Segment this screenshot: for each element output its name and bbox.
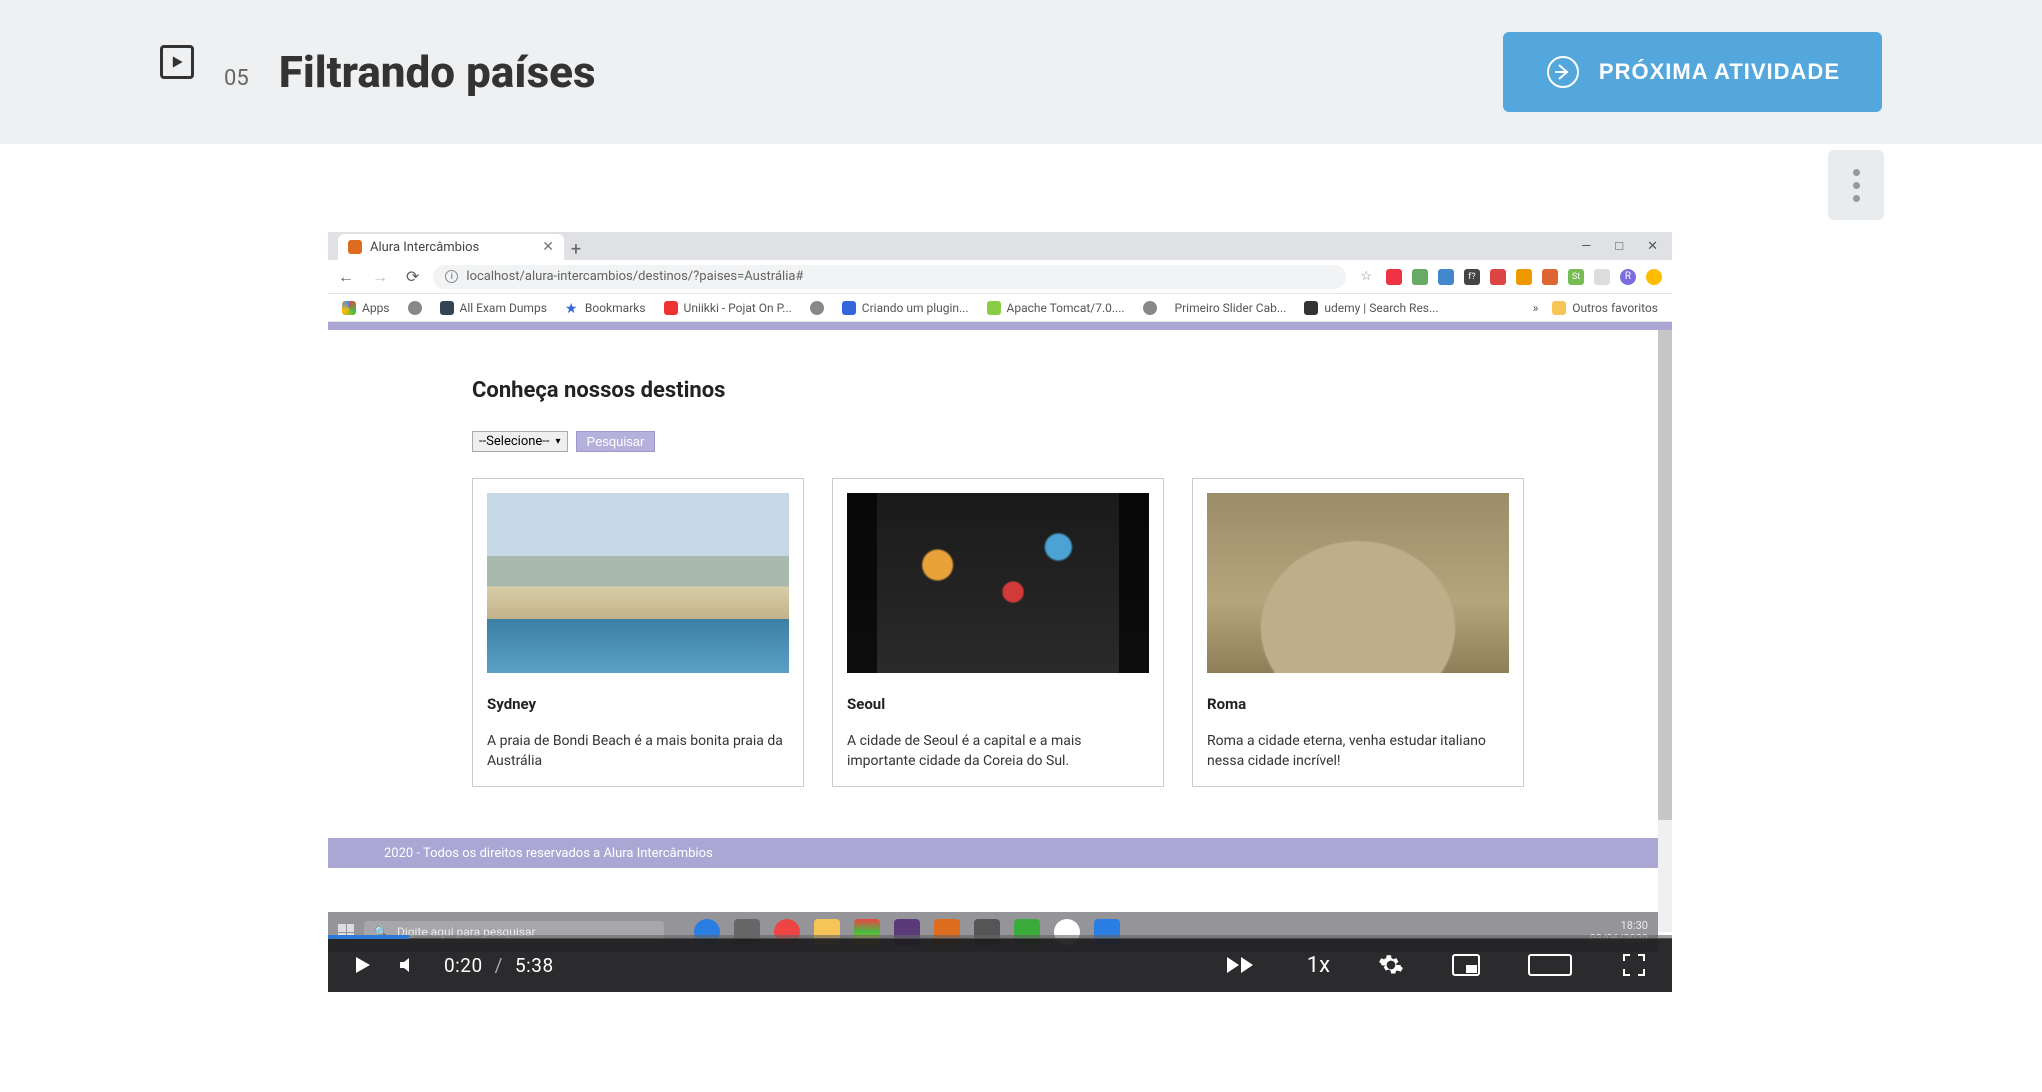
ext-icon[interactable] (1438, 269, 1454, 285)
bookmarks-overflow-icon[interactable]: » (1533, 301, 1539, 315)
webpage-body: Conheça nossos destinos --Selecione-- Pe… (328, 322, 1672, 932)
current-time: 0:20 (444, 954, 483, 977)
card-description: Roma a cidade eterna, venha estudar ital… (1207, 731, 1509, 772)
content-area: Alura Intercâmbios ✕ + — □ ✕ ← → ⟳ i loc… (0, 144, 2042, 1092)
scrollbar-thumb[interactable] (1658, 330, 1672, 820)
window-controls: — □ ✕ (1581, 232, 1672, 260)
lesson-number: 05 (224, 66, 249, 91)
url-text: localhost/alura-intercambios/destinos/?p… (466, 269, 803, 284)
bookmark-item[interactable]: ★Bookmarks (565, 301, 646, 315)
ext-icon[interactable] (1516, 269, 1532, 285)
settings-icon[interactable] (1378, 952, 1404, 978)
card-title: Seoul (847, 695, 1149, 713)
destination-card[interactable]: Sydney A praia de Bondi Beach é a mais b… (472, 478, 804, 787)
favicon-icon (348, 240, 362, 254)
bookmark-item[interactable]: All Exam Dumps (440, 301, 547, 315)
playback-rate[interactable]: 1x (1307, 953, 1330, 978)
card-title: Sydney (487, 695, 789, 713)
pip-icon[interactable] (1452, 954, 1480, 976)
bookmark-item[interactable]: Criando um plugin... (842, 301, 969, 315)
lesson-header: 05 Filtrando países PRÓXIMA ATIVIDADE (0, 0, 2042, 144)
video-icon (160, 45, 194, 79)
ext-icon[interactable] (1594, 269, 1610, 285)
fast-forward-icon[interactable] (1227, 953, 1259, 977)
scrollbar[interactable] (1658, 330, 1672, 932)
destination-cards: Sydney A praia de Bondi Beach é a mais b… (472, 478, 1528, 787)
ext-icon[interactable] (1412, 269, 1428, 285)
next-activity-button[interactable]: PRÓXIMA ATIVIDADE (1503, 32, 1882, 112)
new-tab-button[interactable]: + (564, 239, 588, 260)
lesson-title: Filtrando países (279, 46, 596, 98)
card-image (1207, 493, 1509, 673)
browser-tab[interactable]: Alura Intercâmbios ✕ (338, 234, 564, 260)
progress-track[interactable] (328, 935, 1672, 939)
reload-icon[interactable]: ⟳ (406, 267, 419, 287)
bookmark-item[interactable]: Apps (342, 301, 390, 315)
tab-close-icon[interactable]: ✕ (542, 239, 554, 255)
destination-card[interactable]: Roma Roma a cidade eterna, venha estudar… (1192, 478, 1524, 787)
next-label: PRÓXIMA ATIVIDADE (1599, 59, 1840, 85)
header-left: 05 Filtrando países (160, 46, 1503, 98)
forward-icon[interactable]: → (372, 267, 388, 287)
bookmark-item[interactable] (1143, 301, 1157, 315)
kebab-menu[interactable] (1828, 150, 1884, 220)
maximize-icon[interactable]: □ (1615, 238, 1623, 254)
card-description: A cidade de Seoul é a capital e a mais i… (847, 731, 1149, 772)
video-player-controls: 0:20 / 5:38 1x (328, 938, 1672, 992)
bookmarks-bar: Apps All Exam Dumps ★Bookmarks Uniikki -… (328, 294, 1672, 322)
ext-icon[interactable] (1646, 269, 1662, 285)
ext-icon[interactable] (1386, 269, 1402, 285)
star-icon[interactable]: ☆ (1360, 269, 1372, 284)
minimize-icon[interactable]: — (1581, 239, 1591, 254)
play-button[interactable] (352, 955, 372, 975)
bookmark-item[interactable]: Primeiro Slider Cab... (1175, 301, 1287, 315)
ext-icon[interactable] (1542, 269, 1558, 285)
back-icon[interactable]: ← (338, 267, 354, 287)
time-display: 0:20 / 5:38 (444, 954, 554, 977)
duration: 5:38 (515, 954, 554, 977)
url-bar: ← → ⟳ i localhost/alura-intercambios/des… (328, 260, 1672, 294)
site-info-icon[interactable]: i (445, 270, 458, 283)
filter-row: --Selecione-- Pesquisar (472, 431, 1528, 452)
close-window-icon[interactable]: ✕ (1647, 239, 1658, 254)
country-select[interactable]: --Selecione-- (472, 431, 568, 452)
theater-icon[interactable] (1528, 954, 1572, 976)
card-description: A praia de Bondi Beach é a mais bonita p… (487, 731, 789, 772)
browser-tabstrip: Alura Intercâmbios ✕ + — □ ✕ (328, 232, 1672, 260)
bookmark-item[interactable] (408, 301, 422, 315)
bookmark-item[interactable]: Uniikki - Pojat On P... (664, 301, 792, 315)
bookmark-item[interactable]: Apache Tomcat/7.0.... (987, 301, 1125, 315)
video-embed: Alura Intercâmbios ✕ + — □ ✕ ← → ⟳ i loc… (328, 232, 1672, 992)
card-image (847, 493, 1149, 673)
page-accent-strip (328, 322, 1672, 330)
profile-avatar-icon[interactable]: R (1620, 269, 1636, 285)
fullscreen-icon[interactable] (1620, 954, 1648, 976)
ext-icon[interactable] (1490, 269, 1506, 285)
card-image (487, 493, 789, 673)
bookmark-item[interactable] (810, 301, 824, 315)
card-title: Roma (1207, 695, 1509, 713)
tab-title: Alura Intercâmbios (370, 240, 479, 255)
progress-fill (328, 935, 409, 939)
volume-button[interactable] (398, 955, 418, 975)
extension-icons: f? St R (1386, 269, 1662, 285)
search-button[interactable]: Pesquisar (576, 431, 656, 452)
ext-icon[interactable]: f? (1464, 269, 1480, 285)
bookmark-item[interactable]: udemy | Search Res... (1304, 301, 1438, 315)
bookmark-folder[interactable]: Outros favoritos (1552, 301, 1658, 315)
destination-card[interactable]: Seoul A cidade de Seoul é a capital e a … (832, 478, 1164, 787)
page-heading: Conheça nossos destinos (472, 378, 1528, 403)
ext-icon[interactable]: St (1568, 269, 1584, 285)
page-footer: 2020 - Todos os direitos reservados a Al… (328, 838, 1658, 868)
address-bar[interactable]: i localhost/alura-intercambios/destinos/… (433, 265, 1346, 289)
